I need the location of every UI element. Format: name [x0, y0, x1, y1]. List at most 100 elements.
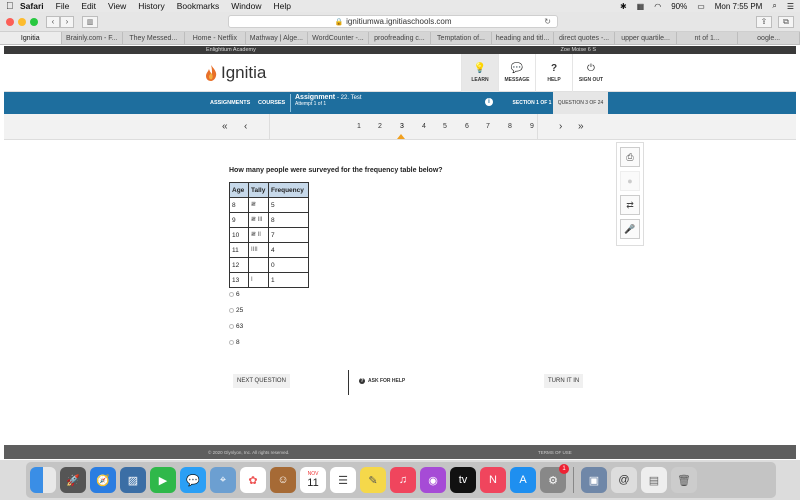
tab-direct-quotes[interactable]: direct quotes -... [554, 32, 616, 44]
microphone-icon[interactable]: 🎤 [620, 219, 640, 239]
terms-of-use-link[interactable]: TERMS OF USE [538, 450, 572, 455]
bluetooth-icon[interactable]: ✱ [620, 2, 627, 11]
trash-icon[interactable]: 🗑 [671, 467, 697, 493]
downloads-icon[interactable]: ▤ [641, 467, 667, 493]
apple-icon[interactable]:  [6, 1, 20, 12]
battery-icon[interactable]: ▭ [697, 2, 705, 11]
radio-button[interactable] [229, 291, 234, 297]
turn-it-in-button[interactable]: TURN IT IN [544, 374, 584, 388]
facetime-icon[interactable]: ▶ [150, 467, 176, 493]
section-indicator[interactable]: SECTION 1 OF 1 [511, 92, 553, 114]
answer-choice[interactable]: 6 [229, 286, 243, 302]
system-preferences-icon[interactable]: ⚙ 1 [540, 464, 569, 493]
tab-google[interactable]: oogle... [738, 32, 800, 44]
last-page-icon[interactable]: » [578, 121, 584, 132]
nav-help[interactable]: ? HELP [535, 54, 572, 92]
spotlight-icon[interactable]: ⌕ [772, 1, 776, 11]
print-icon[interactable]: ⎙ [620, 147, 640, 167]
tab-temptation[interactable]: Temptation of... [431, 32, 493, 44]
back-button[interactable]: ‹ [46, 15, 60, 28]
page-6[interactable]: 6 [465, 123, 469, 130]
close-window-icon[interactable] [6, 17, 14, 26]
notes-icon[interactable]: ✎ [360, 467, 386, 493]
ask-for-help-button[interactable]: ? ASK FOR HELP [359, 378, 405, 384]
minimize-window-icon[interactable] [18, 17, 26, 26]
podcasts-icon[interactable]: ◉ [420, 467, 446, 493]
flag-icon[interactable]: ▦ [637, 2, 645, 11]
page-3[interactable]: 3 [400, 123, 404, 130]
menu-view[interactable]: View [108, 1, 126, 11]
launchpad-icon[interactable]: 🚀 [60, 467, 86, 493]
tab-mathway[interactable]: Mathway | Alge... [246, 32, 308, 44]
apple-tv-icon[interactable]: tv [450, 467, 476, 493]
tab-nt-of-1[interactable]: nt of 1... [677, 32, 739, 44]
clock[interactable]: Mon 7:55 PM [715, 2, 763, 11]
page-2[interactable]: 2 [378, 123, 382, 130]
answer-choice[interactable]: 25 [229, 302, 243, 318]
menu-history[interactable]: History [138, 1, 164, 11]
contacts-icon[interactable]: ☺ [270, 467, 296, 493]
tab-upper-quartile[interactable]: upper quartile... [615, 32, 677, 44]
sidebar-toggle-icon[interactable]: ▥ [82, 15, 98, 28]
first-page-icon[interactable]: « [222, 121, 228, 132]
ignitia-logo[interactable]: Ignitia [204, 63, 266, 83]
tab-brainly[interactable]: Brainly.com - F... [62, 32, 124, 44]
menu-window[interactable]: Window [231, 1, 261, 11]
translate-icon[interactable]: ⇄ [620, 195, 640, 215]
notification-center-icon[interactable]: ☰ [787, 2, 794, 11]
zoom-window-icon[interactable] [30, 17, 38, 26]
address-bar[interactable]: 🔒 ignitiumwa.ignitiaschools.com ↻ [228, 15, 558, 28]
news-icon[interactable]: N [480, 467, 506, 493]
menu-app-name[interactable]: Safari [20, 1, 44, 11]
page-7[interactable]: 7 [486, 123, 490, 130]
reload-icon[interactable]: ↻ [544, 17, 551, 26]
tab-they-messed[interactable]: They Messed... [123, 32, 185, 44]
page-9[interactable]: 9 [530, 123, 534, 130]
user-name[interactable]: Zoe Moise 6 S [561, 47, 596, 53]
info-icon[interactable]: i [485, 98, 493, 106]
nav-message[interactable]: 💬 MESSAGE [498, 54, 535, 92]
music-icon[interactable]: ♫ [390, 467, 416, 493]
nav-learn[interactable]: 💡 LEARN [461, 54, 498, 92]
tab-proofreading[interactable]: proofreading c... [369, 32, 431, 44]
next-page-icon[interactable]: › [559, 121, 562, 132]
page-5[interactable]: 5 [443, 123, 447, 130]
calendar-icon[interactable]: NOV 11 [300, 467, 326, 493]
menu-edit[interactable]: Edit [81, 1, 96, 11]
page-4[interactable]: 4 [422, 123, 426, 130]
assignments-link[interactable]: ASSIGNMENTS [210, 100, 250, 106]
menu-bookmarks[interactable]: Bookmarks [177, 1, 220, 11]
tab-heading[interactable]: heading and titl... [492, 32, 554, 44]
tab-ignitia[interactable]: Ignitia [0, 32, 62, 44]
prev-page-icon[interactable]: ‹ [244, 121, 247, 132]
preview-icon[interactable]: ▣ [581, 467, 607, 493]
radio-button[interactable] [229, 339, 234, 345]
courses-link[interactable]: COURSES [258, 100, 285, 106]
menu-help[interactable]: Help [273, 1, 290, 11]
question-indicator[interactable]: QUESTION 3 OF 24 [553, 92, 608, 114]
tab-netflix[interactable]: Home - Netflix [185, 32, 247, 44]
menu-file[interactable]: File [56, 1, 70, 11]
radio-button[interactable] [229, 323, 234, 329]
nav-sign-out[interactable]: ⏻ SIGN OUT [572, 54, 609, 92]
tab-wordcounter[interactable]: WordCounter -... [308, 32, 370, 44]
reminders-icon[interactable]: ☰ [330, 467, 356, 493]
mail-icon[interactable]: @ [611, 467, 637, 493]
maps-icon[interactable]: ⌖ [210, 467, 236, 493]
page-1[interactable]: 1 [357, 123, 361, 130]
answer-choice[interactable]: 63 [229, 318, 243, 334]
photo-browser-icon[interactable]: ▨ [120, 467, 146, 493]
share-button[interactable]: ⇪ [756, 15, 772, 28]
forward-button[interactable]: › [60, 15, 74, 28]
safari-icon[interactable]: 🧭 [90, 467, 116, 493]
photos-icon[interactable]: ✿ [240, 467, 266, 493]
page-8[interactable]: 8 [508, 123, 512, 130]
wifi-icon[interactable]: ◠ [654, 2, 661, 11]
finder-icon[interactable] [30, 467, 56, 493]
radio-button[interactable] [229, 307, 234, 313]
messages-icon[interactable]: 💬 [180, 467, 206, 493]
app-store-icon[interactable]: A [510, 467, 536, 493]
new-tab-button[interactable]: ⧉ [778, 15, 794, 28]
next-question-button[interactable]: NEXT QUESTION [233, 374, 290, 388]
answer-choice[interactable]: 8 [229, 334, 243, 350]
